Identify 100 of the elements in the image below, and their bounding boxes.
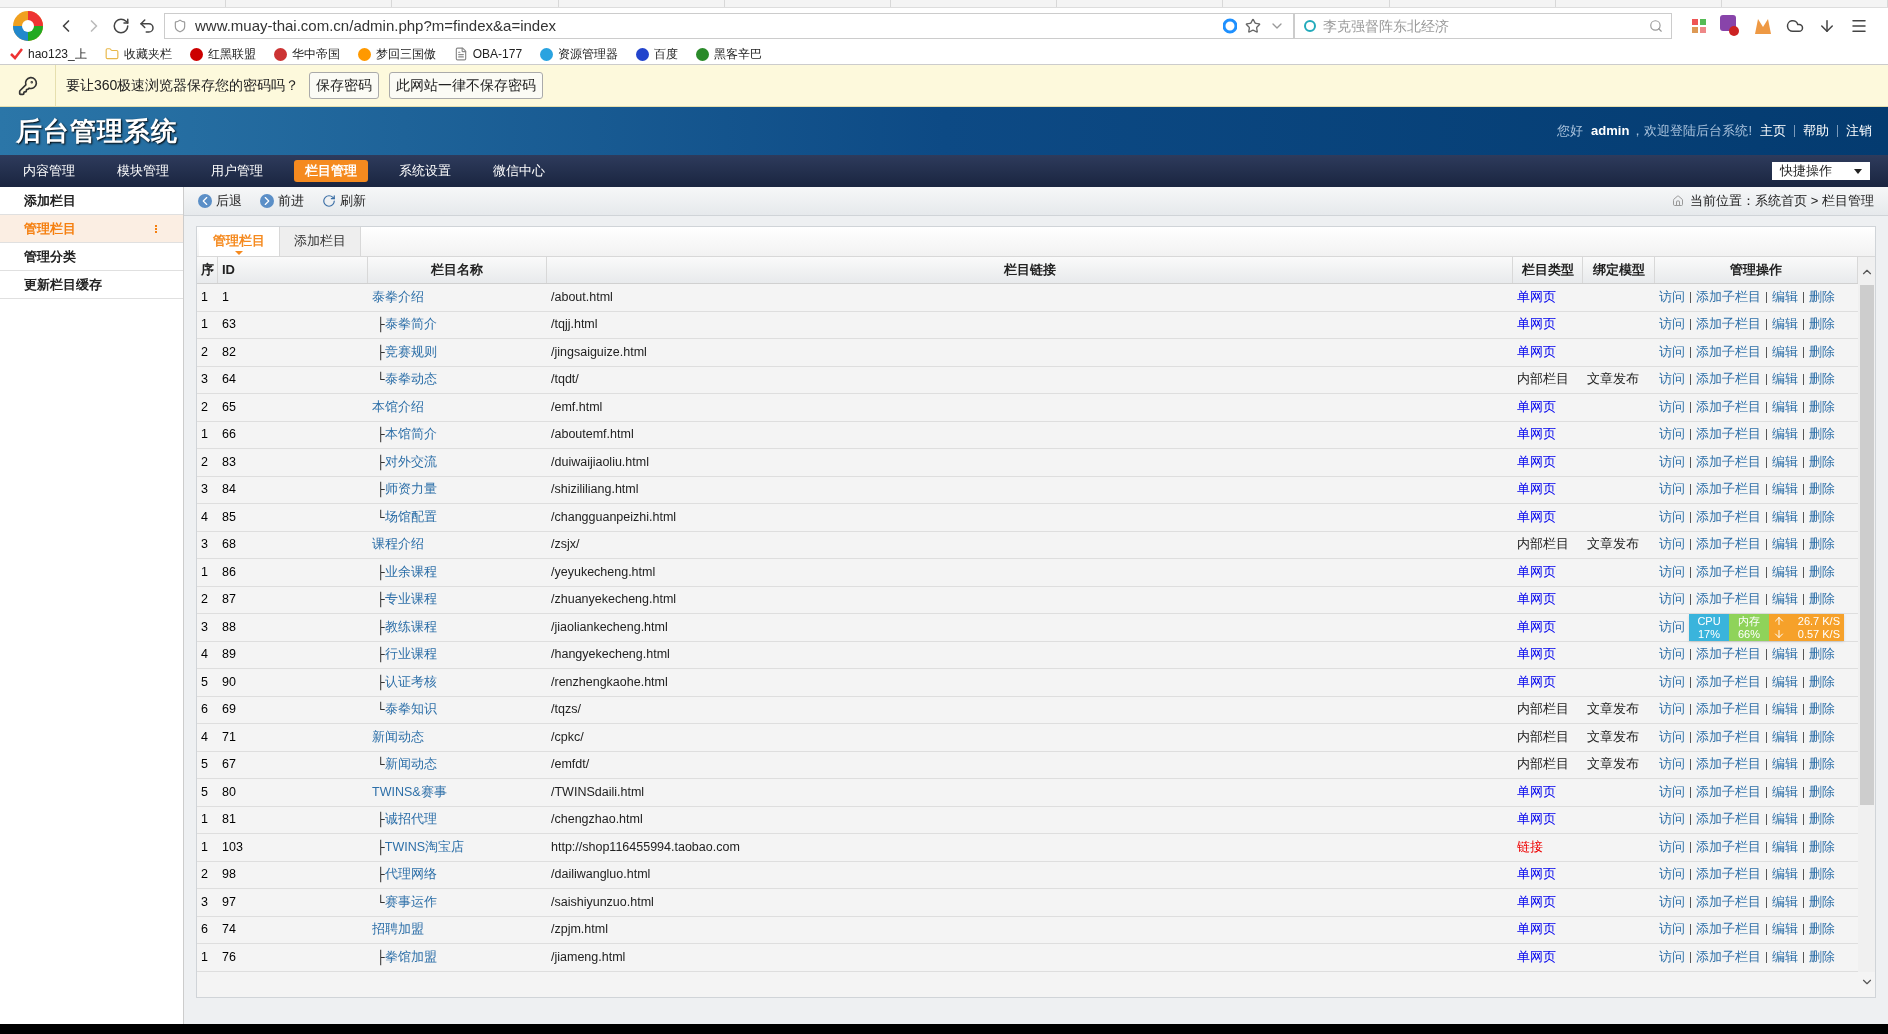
column-name-link[interactable]: 招聘加盟	[372, 920, 424, 940]
action-link[interactable]: 编辑	[1772, 452, 1798, 472]
action-link[interactable]: 删除	[1809, 425, 1835, 445]
action-link[interactable]: 添加子栏目	[1696, 397, 1761, 417]
action-link[interactable]: 删除	[1809, 315, 1835, 335]
action-link[interactable]: 访问	[1659, 755, 1685, 775]
action-link[interactable]: 添加子栏目	[1696, 342, 1761, 362]
action-link[interactable]: 添加子栏目	[1696, 562, 1761, 582]
action-link[interactable]: 删除	[1809, 342, 1835, 362]
column-name-link[interactable]: 泰拳知识	[384, 700, 437, 720]
action-link[interactable]: 编辑	[1772, 370, 1798, 390]
toolbar-button[interactable]: 后退	[198, 191, 242, 211]
action-link[interactable]: 访问	[1659, 452, 1685, 472]
action-link[interactable]: 删除	[1809, 535, 1835, 555]
action-link[interactable]: 编辑	[1772, 590, 1798, 610]
action-link[interactable]: 删除	[1809, 397, 1835, 417]
action-link[interactable]: 访问	[1659, 397, 1685, 417]
column-name-link[interactable]: 场馆配置	[384, 507, 437, 527]
search-input[interactable]: 李克强督阵东北经济	[1323, 15, 1643, 37]
column-name-link[interactable]: 对外交流	[384, 452, 437, 472]
action-link[interactable]: 添加子栏目	[1696, 672, 1761, 692]
column-name-link[interactable]: 专业课程	[384, 590, 437, 610]
action-link[interactable]: 访问	[1659, 287, 1685, 307]
toolbar-button[interactable]: 刷新	[322, 191, 366, 211]
action-link[interactable]: 访问	[1659, 645, 1685, 665]
action-link[interactable]: 编辑	[1772, 342, 1798, 362]
action-link[interactable]: 添加子栏目	[1696, 892, 1761, 912]
action-link[interactable]: 删除	[1809, 480, 1835, 500]
action-link[interactable]: 添加子栏目	[1696, 287, 1761, 307]
column-name-link[interactable]: 泰拳介绍	[372, 287, 424, 307]
action-link[interactable]: 删除	[1809, 562, 1835, 582]
action-link[interactable]: 删除	[1809, 727, 1835, 747]
action-link[interactable]: 添加子栏目	[1696, 315, 1761, 335]
column-name-link[interactable]: 代理网络	[384, 865, 437, 885]
column-name-link[interactable]: 业余课程	[384, 562, 437, 582]
action-link[interactable]: 编辑	[1772, 672, 1798, 692]
action-link[interactable]: 编辑	[1772, 810, 1798, 830]
action-link[interactable]: 访问	[1659, 920, 1685, 940]
prompt-button[interactable]: 此网站一律不保存密码	[389, 72, 544, 99]
column-name-link[interactable]: 本馆简介	[384, 425, 437, 445]
action-link[interactable]: 编辑	[1772, 700, 1798, 720]
cloud-icon[interactable]	[1786, 17, 1804, 35]
search-field[interactable]: 李克强督阵东北经济	[1294, 13, 1672, 39]
action-link[interactable]: 删除	[1809, 700, 1835, 720]
action-link[interactable]: 访问	[1659, 865, 1685, 885]
menu-tab[interactable]: 模块管理	[106, 160, 180, 182]
action-link[interactable]: 添加子栏目	[1696, 535, 1761, 555]
action-link[interactable]: 访问	[1659, 700, 1685, 720]
column-name-link[interactable]: 赛事运作	[384, 892, 437, 912]
column-name-link[interactable]: 教练课程	[384, 617, 437, 637]
action-link[interactable]: 删除	[1809, 452, 1835, 472]
column-name-link[interactable]: 竞赛规则	[384, 342, 437, 362]
column-name-link[interactable]: 课程介绍	[372, 535, 424, 555]
sidebar-item[interactable]: 管理分类	[0, 243, 183, 271]
action-link[interactable]: 访问	[1659, 342, 1685, 362]
action-link[interactable]: 添加子栏目	[1696, 645, 1761, 665]
action-link[interactable]: 添加子栏目	[1696, 370, 1761, 390]
extension-icon[interactable]	[1720, 15, 1740, 37]
bookmark[interactable]: hao123_上	[6, 45, 91, 63]
action-link[interactable]: 编辑	[1772, 892, 1798, 912]
bookmark[interactable]: OBA-177	[449, 45, 527, 63]
action-link[interactable]: 添加子栏目	[1696, 810, 1761, 830]
action-link[interactable]: 删除	[1809, 287, 1835, 307]
action-link[interactable]: 访问	[1659, 590, 1685, 610]
action-link[interactable]: 删除	[1809, 672, 1835, 692]
action-link[interactable]: 编辑	[1772, 782, 1798, 802]
action-link[interactable]: 添加子栏目	[1696, 590, 1761, 610]
action-link[interactable]: 添加子栏目	[1696, 782, 1761, 802]
action-link[interactable]: 添加子栏目	[1696, 727, 1761, 747]
apps-grid-icon[interactable]	[1692, 19, 1706, 33]
action-link[interactable]: 编辑	[1772, 645, 1798, 665]
action-link[interactable]: 编辑	[1772, 920, 1798, 940]
column-name-link[interactable]: 新闻动态	[384, 755, 437, 775]
reload-icon[interactable]	[112, 17, 130, 35]
action-link[interactable]: 编辑	[1772, 865, 1798, 885]
action-link[interactable]: 删除	[1809, 370, 1835, 390]
action-link[interactable]: 添加子栏目	[1696, 947, 1761, 967]
action-link[interactable]: 访问	[1659, 370, 1685, 390]
column-name-link[interactable]: 新闻动态	[372, 727, 424, 747]
column-name-link[interactable]: 行业课程	[384, 645, 437, 665]
action-link[interactable]: 添加子栏目	[1696, 480, 1761, 500]
column-name-link[interactable]: 诚招代理	[384, 810, 437, 830]
action-link[interactable]: 访问	[1659, 480, 1685, 500]
content-tab[interactable]: 添加栏目	[280, 227, 361, 256]
action-link[interactable]: 删除	[1809, 590, 1835, 610]
bookmark[interactable]: 华中帝国	[269, 45, 344, 63]
action-link[interactable]: 访问	[1659, 727, 1685, 747]
column-name-link[interactable]: TWINS&赛事	[372, 782, 447, 802]
menu-tab[interactable]: 用户管理	[200, 160, 274, 182]
action-link[interactable]: 访问	[1659, 425, 1685, 445]
action-link[interactable]: 编辑	[1772, 837, 1798, 857]
action-link[interactable]: 删除	[1809, 645, 1835, 665]
bookmark[interactable]: 百度	[632, 45, 683, 63]
action-link[interactable]: 编辑	[1772, 425, 1798, 445]
action-link[interactable]: 添加子栏目	[1696, 452, 1761, 472]
sidebar-item[interactable]: 更新栏目缓存	[0, 271, 183, 299]
action-link[interactable]: 删除	[1809, 810, 1835, 830]
action-link[interactable]: 添加子栏目	[1696, 837, 1761, 857]
action-link[interactable]: 删除	[1809, 755, 1835, 775]
prompt-button[interactable]: 保存密码	[309, 72, 380, 99]
